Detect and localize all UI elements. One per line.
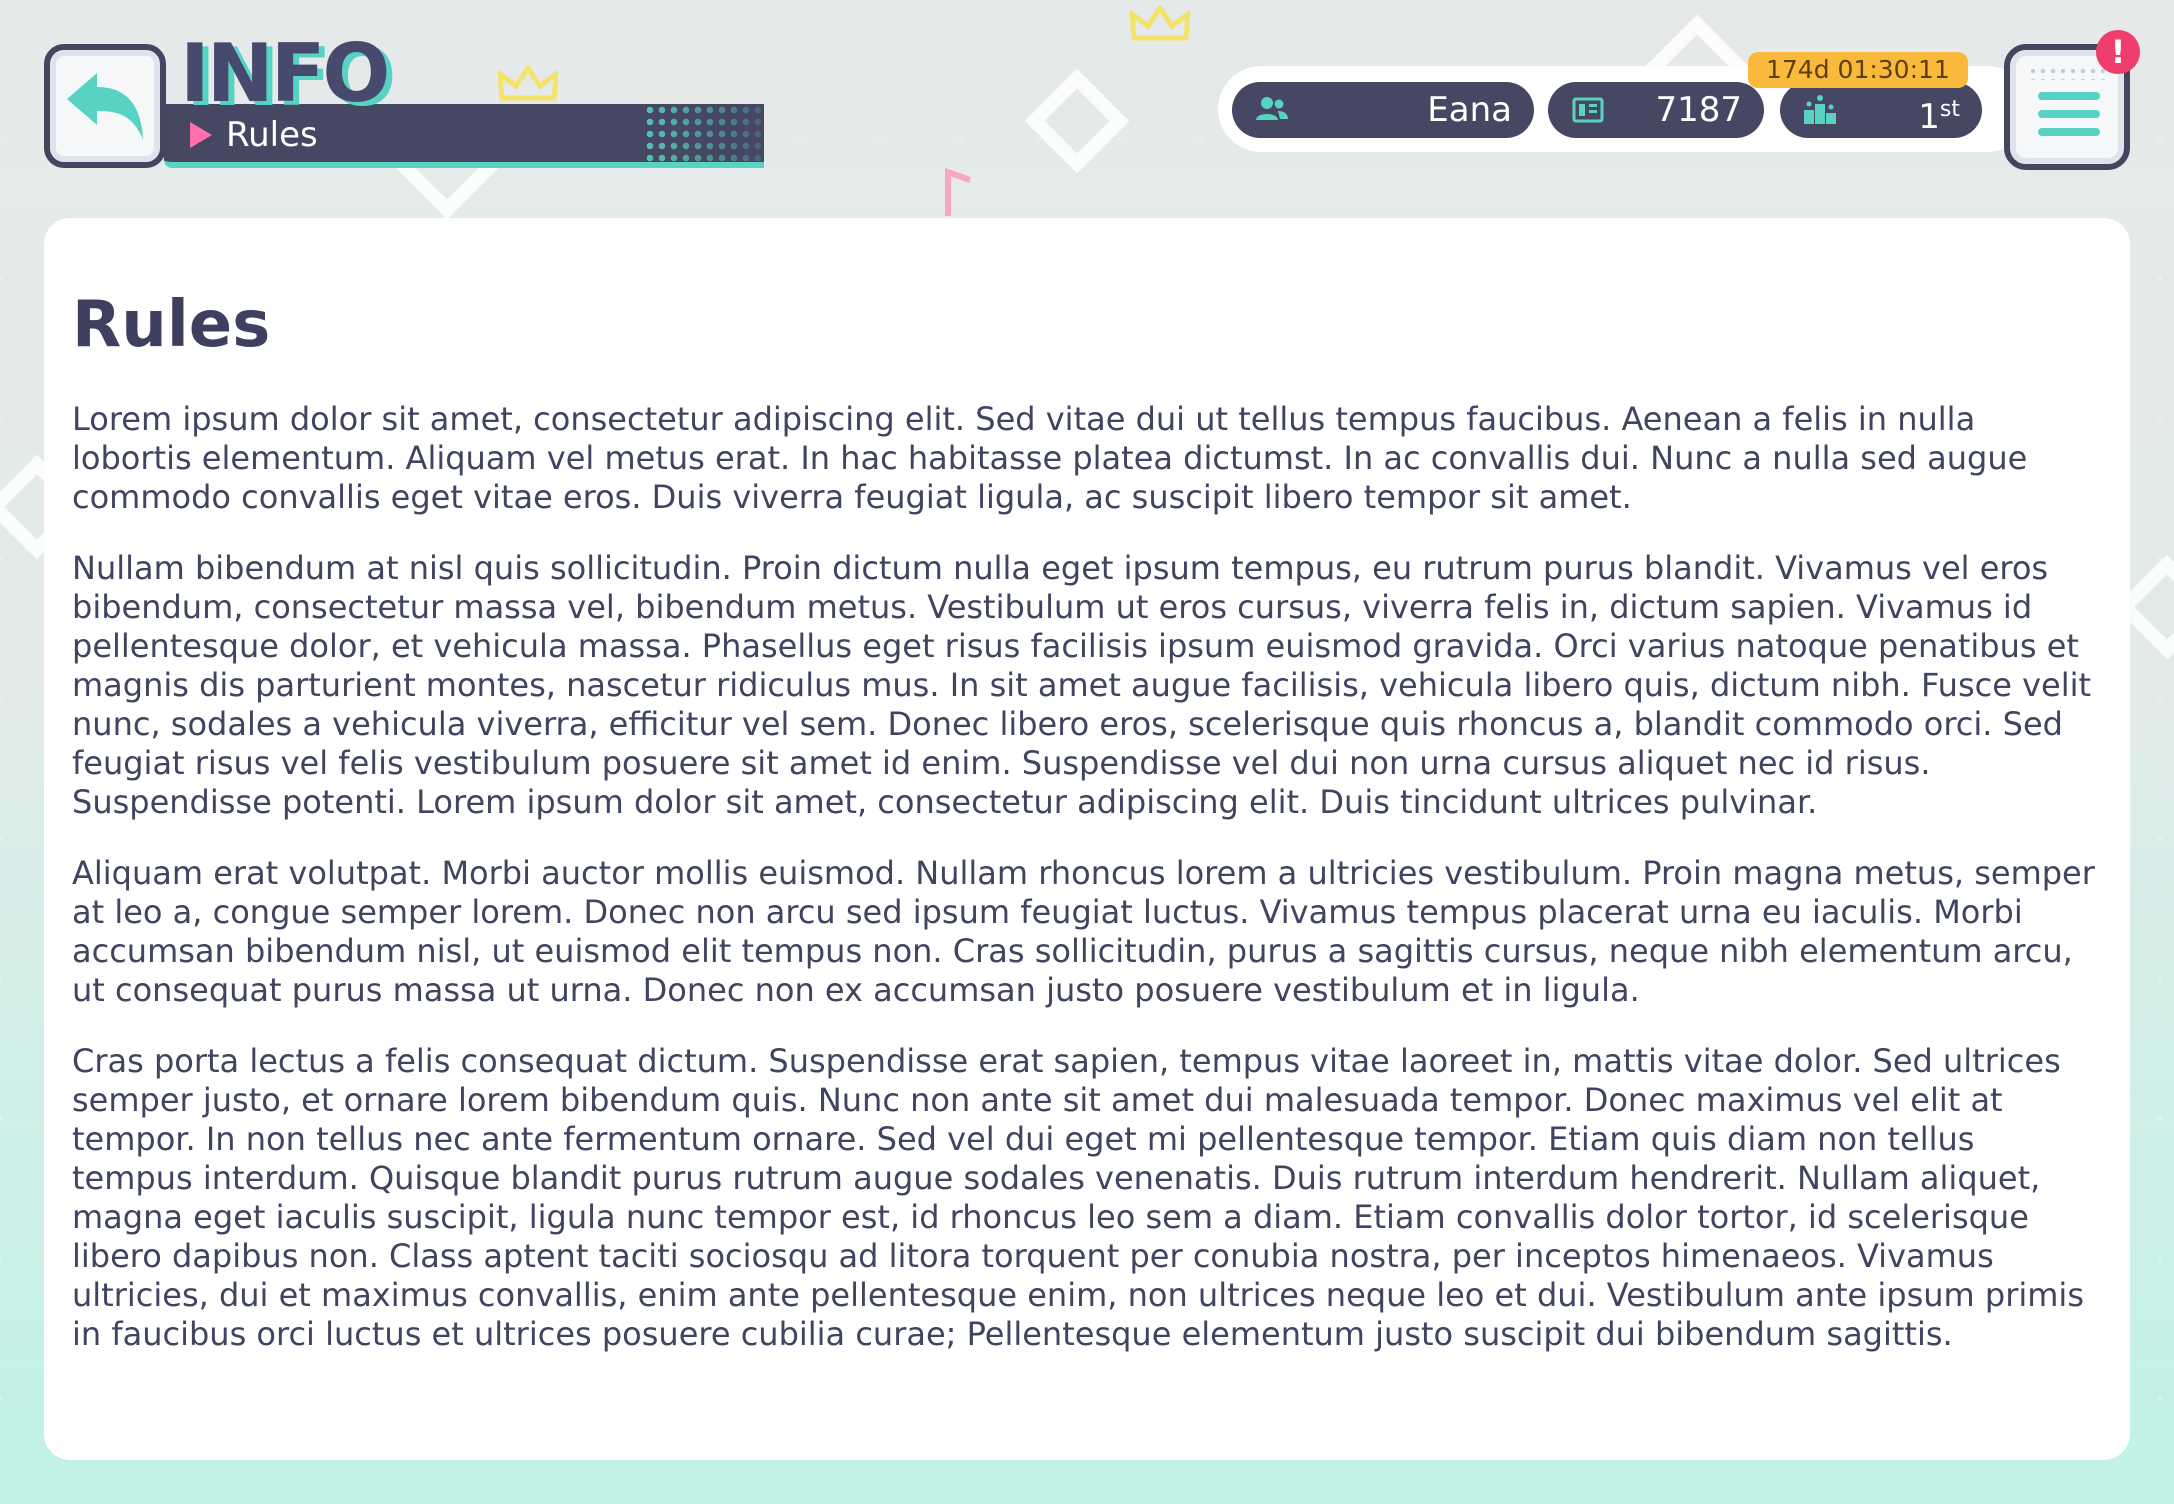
user-icon [1256, 97, 1288, 120]
crown-decoration [498, 66, 558, 101]
points-value: 7187 [1655, 90, 1742, 130]
user-pill[interactable]: Eana [1232, 82, 1534, 138]
exclamation-icon: ! [2096, 30, 2140, 74]
diamond-decoration [1024, 68, 1130, 174]
rules-heading: Rules [72, 288, 271, 362]
rank-pill[interactable]: 1st [1780, 82, 1982, 138]
rank-suffix: st [1939, 97, 1960, 122]
play-triangle-icon [190, 122, 212, 148]
rules-content-card: Rules Lorem ipsum dolor sit amet, consec… [44, 218, 2130, 1460]
rank-number: 1 [1918, 97, 1940, 137]
points-pill[interactable]: 7187 [1548, 82, 1764, 138]
rules-paragraph: Cras porta lectus a felis consequat dict… [72, 1042, 2084, 1354]
ranking-podium-icon [1804, 95, 1836, 124]
rules-paragraph: Aliquam erat volutpat. Morbi auctor moll… [72, 854, 2095, 1010]
dots-decoration [2028, 66, 2106, 80]
rules-paragraph: Nullam bibendum at nisl quis sollicitudi… [72, 549, 2092, 822]
rank-value: 1st [1918, 91, 1960, 136]
halftone-decoration [644, 104, 764, 168]
event-timer-badge: 174d 01:30:11 [1748, 52, 1968, 88]
username: Eana [1427, 90, 1512, 130]
crown-decoration [1130, 6, 1190, 41]
music-note-decoration [945, 167, 972, 216]
back-arrow-icon [67, 73, 143, 139]
section-title: INFO [180, 27, 390, 120]
page-label: Rules [226, 115, 318, 155]
rules-paragraph: Lorem ipsum dolor sit amet, consectetur … [72, 400, 2028, 517]
points-card-icon [1572, 97, 1604, 123]
back-button[interactable] [44, 44, 166, 168]
